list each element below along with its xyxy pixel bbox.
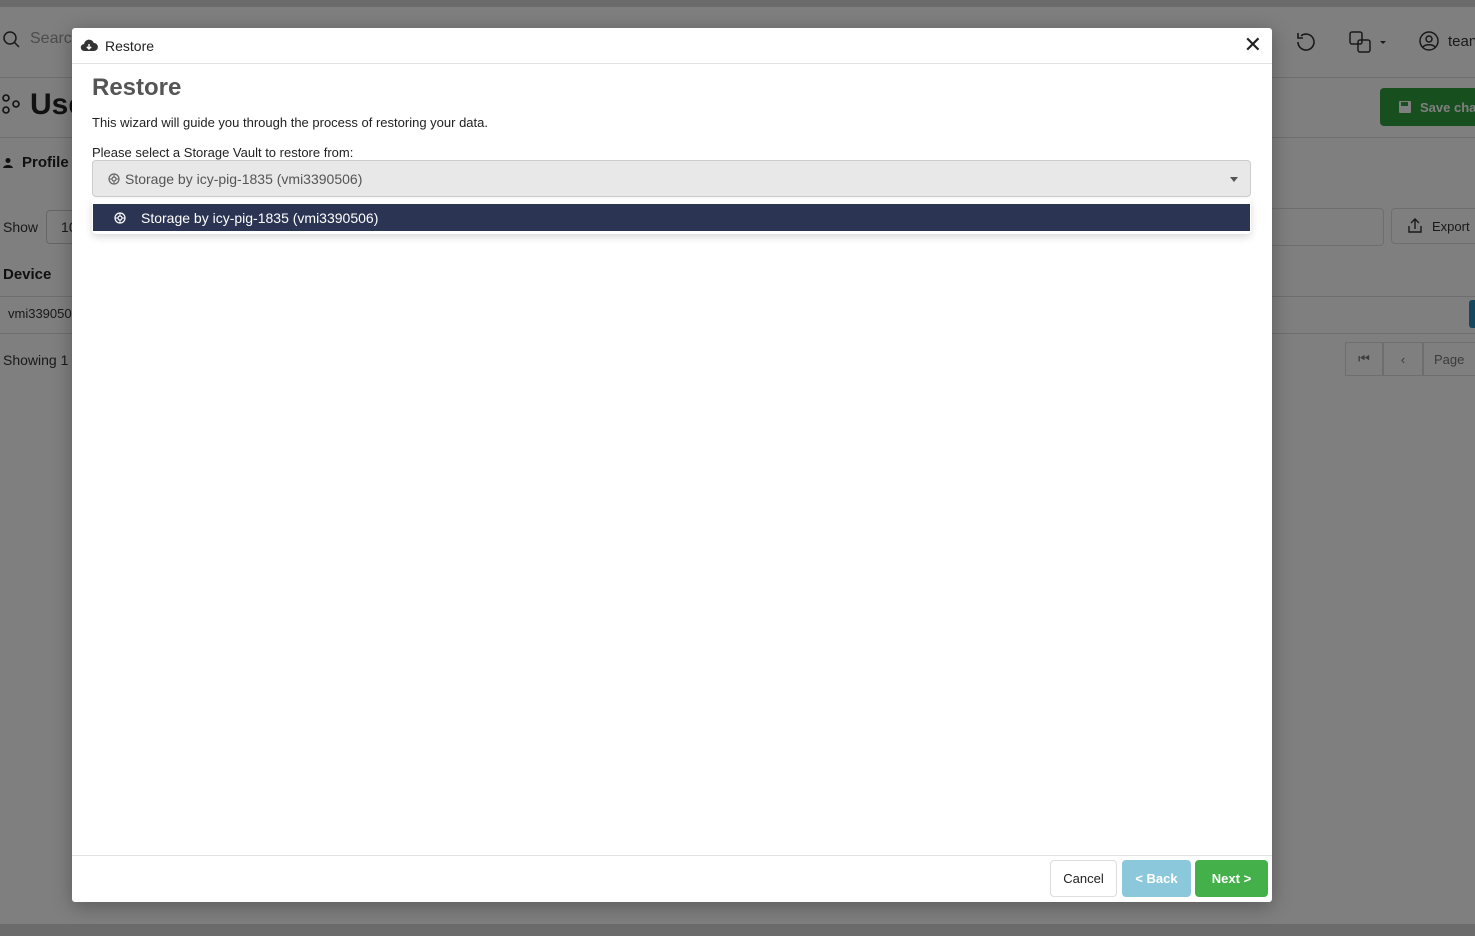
close-button[interactable]: ✕ bbox=[1244, 34, 1262, 56]
selected-vault-text: Storage by icy-pig-1835 (vmi3390506) bbox=[125, 170, 363, 187]
storage-vault-select[interactable]: Storage by icy-pig-1835 (vmi3390506) bbox=[92, 160, 1251, 197]
vault-option-label: Storage by icy-pig-1835 (vmi3390506) bbox=[141, 209, 379, 226]
vault-option[interactable]: Storage by icy-pig-1835 (vmi3390506) bbox=[93, 204, 1250, 231]
vault-dropdown-list: Storage by icy-pig-1835 (vmi3390506) bbox=[92, 199, 1251, 234]
next-button[interactable]: Next > bbox=[1195, 860, 1268, 897]
dialog-header-title: Restore bbox=[105, 37, 155, 54]
wizard-description: This wizard will guide you through the p… bbox=[92, 115, 488, 130]
wizard-heading: Restore bbox=[92, 74, 182, 101]
vault-icon bbox=[108, 172, 120, 185]
back-button[interactable]: < Back bbox=[1122, 860, 1191, 897]
dialog-header: Restore ✕ bbox=[72, 28, 1272, 64]
dialog-footer: Cancel < Back Next > bbox=[72, 855, 1272, 903]
cancel-button[interactable]: Cancel bbox=[1050, 860, 1117, 897]
vault-icon bbox=[114, 211, 126, 224]
vault-select-label: Please select a Storage Vault to restore… bbox=[92, 145, 354, 160]
cloud-download-icon bbox=[80, 39, 98, 51]
bottom-strip bbox=[0, 924, 1475, 936]
top-strip bbox=[0, 0, 1475, 7]
restore-dialog: Restore ✕ Restore This wizard will guide… bbox=[72, 28, 1272, 902]
chevron-down-icon bbox=[1230, 177, 1238, 182]
